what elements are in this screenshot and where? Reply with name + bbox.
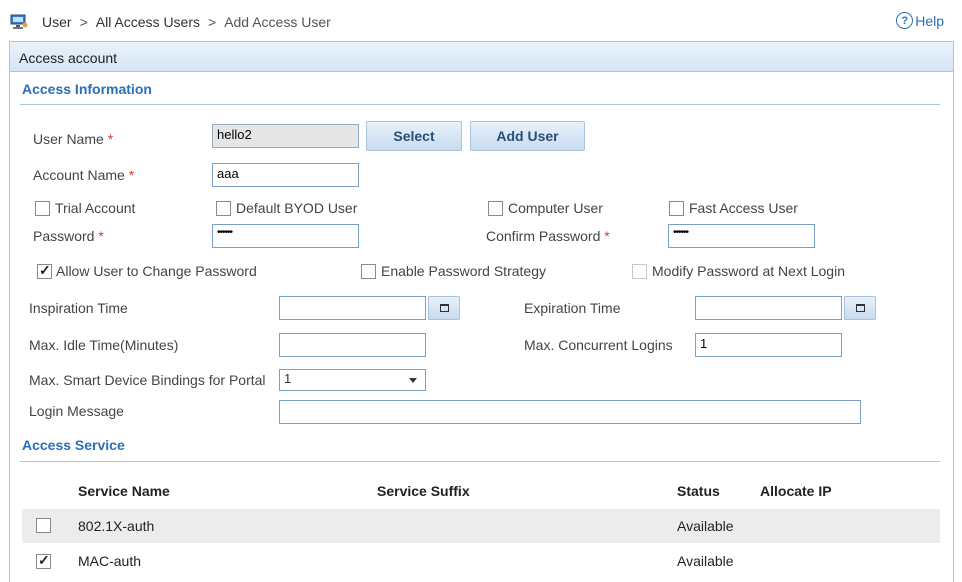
inspiration-calendar-button[interactable] [428, 296, 460, 320]
login-message-label: Login Message [29, 403, 124, 419]
column-header-service-name: Service Name [78, 483, 170, 499]
computer-user-checkbox[interactable] [488, 201, 503, 216]
inspiration-time-input[interactable] [279, 296, 426, 320]
max-concurrent-logins-label: Max. Concurrent Logins [524, 337, 673, 353]
max-smart-device-bindings-select[interactable]: 1 [279, 369, 426, 391]
breadcrumb-separator: > [208, 14, 217, 30]
add-user-button[interactable]: Add User [470, 121, 585, 151]
fast-access-user-checkbox[interactable] [669, 201, 684, 216]
service-row-checkbox[interactable] [36, 552, 51, 569]
table-row [22, 509, 940, 543]
help-link[interactable]: ? Help [896, 12, 944, 29]
breadcrumb-all-access-users-link[interactable]: All Access Users [96, 14, 200, 30]
enable-password-strategy-label: Enable Password Strategy [381, 263, 546, 279]
default-byod-user-label: Default BYOD User [236, 200, 358, 216]
password-label: Password * [33, 228, 104, 244]
max-smart-device-bindings-label: Max. Smart Device Bindings for Portal [29, 372, 266, 388]
column-header-service-suffix: Service Suffix [377, 483, 470, 499]
allow-change-password-checkbox[interactable] [37, 262, 52, 279]
table-row [22, 543, 940, 582]
status-cell: Available [677, 518, 734, 534]
inspiration-time-label: Inspiration Time [29, 300, 128, 316]
breadcrumb-user-link[interactable]: User [42, 14, 72, 30]
trial-account-label: Trial Account [55, 200, 136, 216]
status-cell: Available [677, 553, 734, 569]
max-idle-time-label: Max. Idle Time(Minutes) [29, 337, 179, 353]
breadcrumb: User > All Access Users > Add Access Use… [10, 12, 331, 32]
calendar-icon [439, 304, 449, 312]
login-message-input[interactable] [279, 400, 861, 424]
panel-title: Access account [10, 42, 953, 72]
question-icon: ? [896, 12, 914, 29]
confirm-password-label: Confirm Password * [486, 228, 610, 244]
breadcrumb-separator: > [79, 14, 88, 30]
fast-access-user-label: Fast Access User [689, 200, 798, 216]
select-button[interactable]: Select [366, 121, 462, 151]
allow-change-password-label: Allow User to Change Password [56, 263, 257, 279]
user-name-input[interactable]: hello2 [212, 124, 359, 148]
chevron-down-icon [409, 378, 417, 383]
enable-password-strategy-checkbox[interactable] [361, 264, 376, 279]
column-header-status: Status [677, 483, 720, 499]
user-name-label: User Name * [33, 131, 114, 147]
expiration-time-label: Expiration Time [524, 300, 621, 316]
section-divider [20, 104, 940, 105]
service-name-cell: MAC-auth [78, 553, 142, 569]
column-header-allocate-ip: Allocate IP [760, 483, 832, 499]
help-label: Help [915, 12, 944, 29]
service-name-cell: 802.1X-auth [78, 518, 155, 534]
max-idle-time-input[interactable] [279, 333, 426, 357]
computer-user-label: Computer User [508, 200, 603, 216]
breadcrumb-current: Add Access User [224, 14, 331, 30]
modify-password-next-login-label: Modify Password at Next Login [652, 263, 845, 279]
section-title-access-service: Access Service [22, 437, 125, 453]
service-row-checkbox[interactable] [36, 518, 51, 533]
default-byod-user-checkbox[interactable] [216, 201, 231, 216]
user-computer-icon [10, 14, 28, 30]
section-divider [20, 461, 940, 462]
section-title-access-information: Access Information [22, 81, 152, 97]
password-input[interactable]: •••••• [212, 224, 359, 248]
confirm-password-input[interactable]: •••••• [668, 224, 815, 248]
modify-password-next-login-checkbox[interactable] [632, 264, 647, 279]
expiration-calendar-button[interactable] [844, 296, 876, 320]
expiration-time-input[interactable] [695, 296, 842, 320]
account-name-input[interactable]: aaa [212, 163, 359, 187]
max-concurrent-logins-input[interactable]: 1 [695, 333, 842, 357]
trial-account-checkbox[interactable] [35, 201, 50, 216]
max-smart-device-bindings-value: 1 [284, 371, 292, 386]
account-name-label: Account Name * [33, 167, 135, 183]
calendar-icon [855, 304, 865, 312]
